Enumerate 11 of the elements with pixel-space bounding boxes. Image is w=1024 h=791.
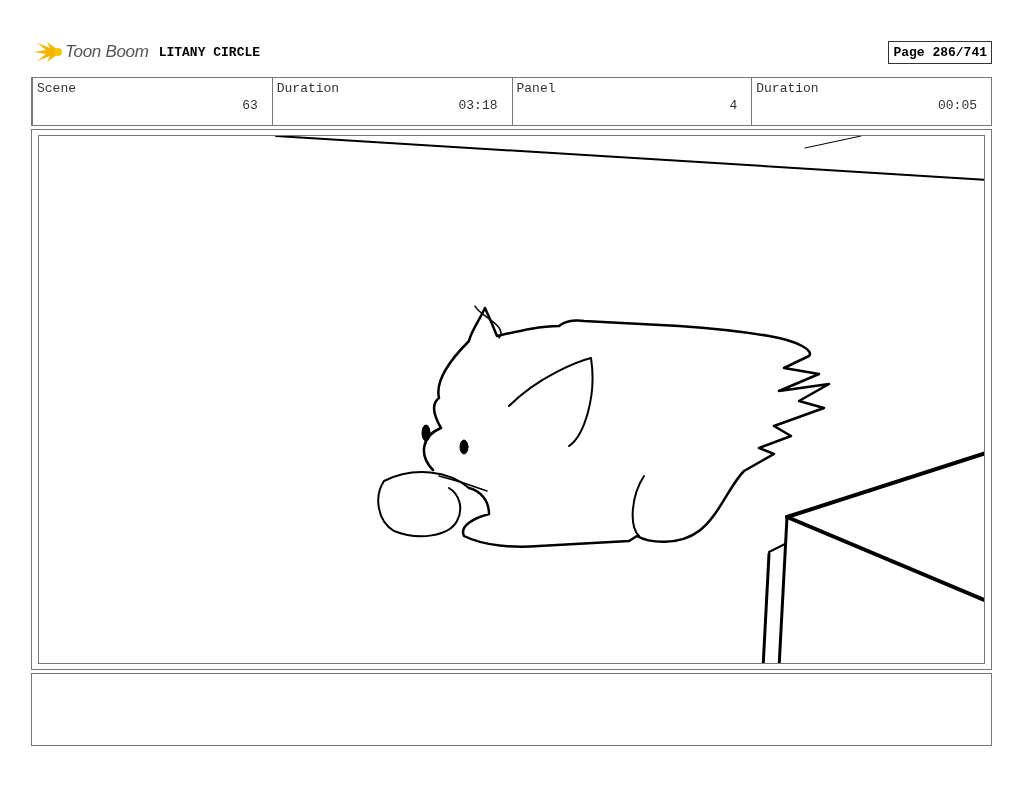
field-value: 03:18 [457,98,498,113]
project-title: LITANY CIRCLE [158,44,261,60]
field-value: 00:05 [937,98,977,113]
field-label: Duration [276,81,341,96]
page-number: Page 286/741 [888,40,992,64]
field-value: 4 [728,98,738,113]
field-label: Scene [37,81,77,96]
logo-text: Toon Boom [65,42,149,62]
field-value: 63 [241,98,258,113]
field-label: Duration [756,81,820,96]
field-label: Panel [516,81,557,96]
